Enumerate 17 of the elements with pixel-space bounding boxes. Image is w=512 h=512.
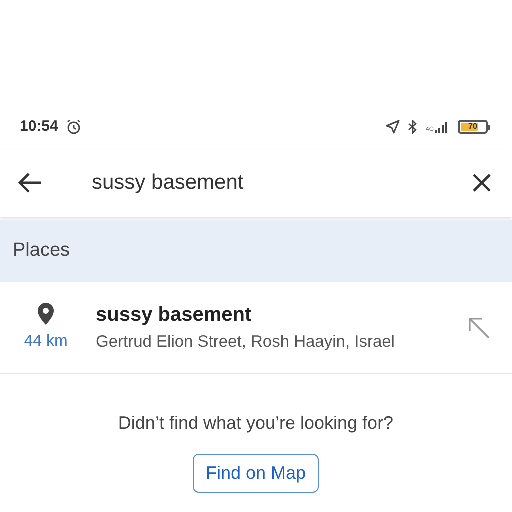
location-icon (386, 120, 400, 134)
back-arrow-icon[interactable] (18, 173, 42, 193)
find-on-map-button[interactable]: Find on Map (192, 454, 320, 493)
location-pin-icon (37, 302, 55, 326)
status-time: 10:54 (20, 116, 58, 137)
signal-icon (434, 121, 450, 133)
section-title: Places (13, 238, 70, 263)
battery-indicator: 70 (458, 120, 488, 134)
fill-query-arrow-icon[interactable] (468, 316, 490, 338)
distance-label: 44 km (24, 332, 68, 352)
result-row[interactable]: 44 km sussy basement Gertrud Elion Street, Rosh Haayin, Israel (0, 282, 512, 374)
alarm-icon (66, 119, 82, 135)
place-name: sussy basement (96, 303, 253, 328)
close-icon[interactable] (472, 173, 492, 193)
place-address: Gertrud Elion Street, Rosh Haayin, Israel (96, 332, 395, 354)
bluetooth-icon (408, 120, 418, 134)
not-found-prompt: Didn’t find what you’re looking for? (118, 412, 394, 435)
